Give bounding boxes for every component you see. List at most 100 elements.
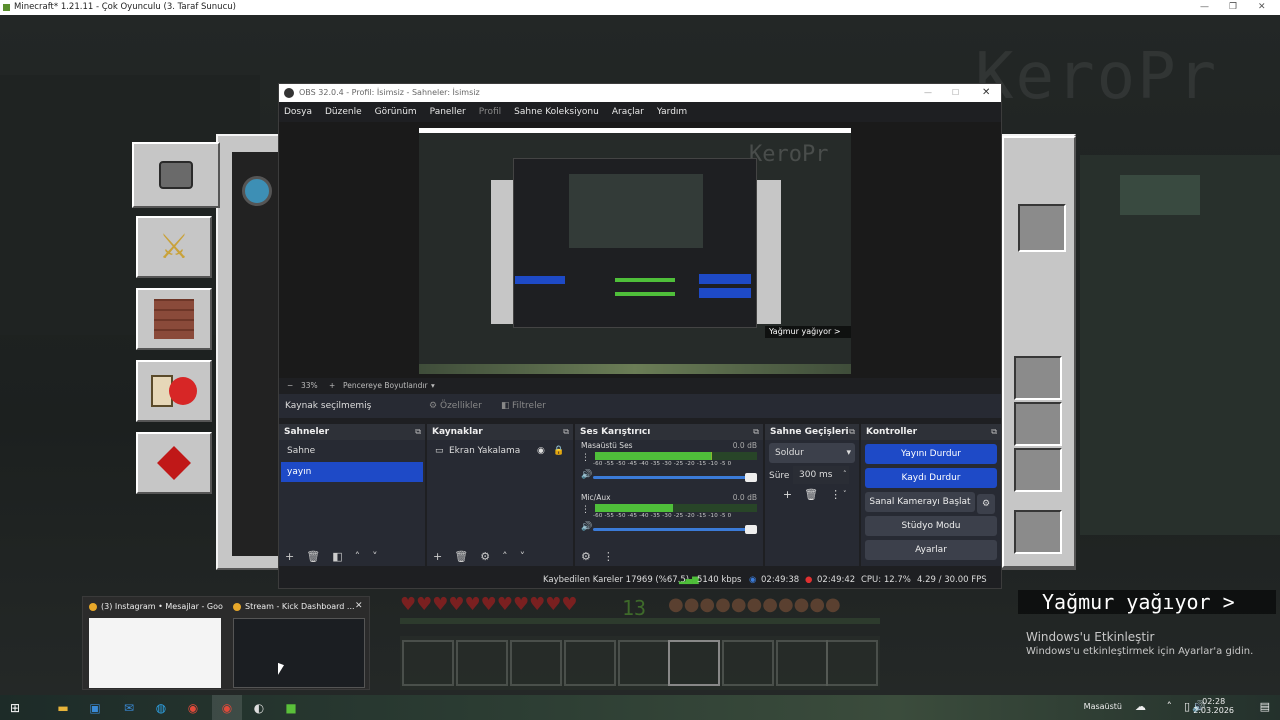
gear-icon[interactable]: ⚙: [480, 550, 490, 563]
inventory-slot[interactable]: [1014, 402, 1062, 446]
store-icon[interactable]: ▣: [80, 695, 110, 720]
scene-item-selected[interactable]: yayın: [281, 462, 423, 482]
zoom-in-button[interactable]: +: [329, 378, 335, 394]
tab-tools[interactable]: ⚔: [136, 216, 212, 278]
minecraft-icon[interactable]: ■: [276, 695, 306, 720]
mail-icon[interactable]: ✉: [114, 695, 144, 720]
meter-scale: -60 -55 -50 -45 -40 -35 -30 -25 -20 -15 …: [593, 513, 732, 519]
popout-icon[interactable]: ⧉: [849, 424, 855, 440]
menu-profil[interactable]: Profil: [479, 107, 501, 117]
studio-mode-button[interactable]: Stüdyo Modu: [865, 516, 997, 536]
add-icon[interactable]: +: [783, 488, 792, 501]
gear-icon[interactable]: ⚙: [977, 494, 995, 514]
menu-dosya[interactable]: Dosya: [284, 107, 312, 117]
window-thumbnail[interactable]: Stream - Kick Dashboard ... ✕: [229, 600, 367, 688]
filters-button[interactable]: Filtreler: [512, 394, 546, 418]
file-explorer-icon[interactable]: ▬: [48, 695, 78, 720]
start-icon[interactable]: ⊞: [0, 695, 30, 720]
add-icon[interactable]: +: [433, 550, 442, 563]
channel-menu-icon[interactable]: ⋮: [581, 505, 590, 515]
stop-recording-button[interactable]: Kaydı Durdur: [865, 468, 997, 488]
close-icon[interactable]: ✕: [1258, 0, 1266, 15]
minimize-icon[interactable]: —: [924, 84, 932, 102]
settings-button[interactable]: Ayarlar: [865, 540, 997, 560]
slider-handle[interactable]: [745, 525, 757, 534]
zoom-out-button[interactable]: −: [287, 378, 293, 394]
menu-sahne-koleksiyonu[interactable]: Sahne Koleksiyonu: [514, 107, 599, 117]
chevron-up-icon[interactable]: ˄: [355, 550, 361, 563]
tab-building-blocks[interactable]: [136, 288, 212, 350]
menu-gorunum[interactable]: Görünüm: [375, 107, 417, 117]
chrome-active-icon[interactable]: ◉: [212, 695, 242, 720]
inventory-slot[interactable]: [1018, 204, 1066, 252]
popout-icon[interactable]: ⧉: [753, 424, 759, 440]
obs-icon[interactable]: ◐: [244, 695, 274, 720]
add-icon[interactable]: +: [285, 550, 294, 563]
trash-icon[interactable]: 🗑: [454, 550, 468, 563]
trash-icon[interactable]: 🗑: [306, 550, 320, 563]
properties-button[interactable]: Özellikler: [440, 394, 482, 418]
stop-stream-button[interactable]: Yayını Durdur: [865, 444, 997, 464]
close-icon[interactable]: ✕: [355, 601, 363, 611]
tab-food[interactable]: [136, 360, 212, 422]
controls-dock: Kontroller ⧉ Yayını Durdur Kaydı Durdur S…: [861, 424, 1001, 566]
popout-icon[interactable]: ⧉: [991, 424, 997, 440]
menu-yardim[interactable]: Yardım: [657, 107, 687, 117]
filter-icon[interactable]: ◧: [332, 550, 342, 563]
volume-slider[interactable]: 🔊: [575, 522, 763, 535]
edge-icon[interactable]: ◍: [146, 695, 176, 720]
filter-icon[interactable]: ◧: [501, 394, 510, 418]
gear-icon[interactable]: ⚙: [429, 394, 437, 418]
notification-badge-icon[interactable]: ☁: [1135, 700, 1146, 713]
eye-icon[interactable]: ◉: [537, 441, 545, 461]
volume-slider[interactable]: 🔊: [575, 470, 763, 483]
hotbar[interactable]: [400, 636, 880, 690]
scene-item[interactable]: Sahne: [281, 441, 423, 461]
maximize-icon[interactable]: ☐: [952, 84, 959, 102]
advanced-audio-icon[interactable]: ⚙: [581, 550, 591, 563]
desktop-label[interactable]: Masaüstü: [1084, 702, 1122, 711]
fit-window-label[interactable]: Pencereye Boyutlandır: [343, 378, 428, 394]
battery-icon[interactable]: ▯: [1184, 700, 1190, 713]
menu-duzenle[interactable]: Düzenle: [325, 107, 362, 117]
menu-araclar[interactable]: Araçlar: [612, 107, 644, 117]
chrome-icon[interactable]: ◉: [178, 695, 208, 720]
inventory-slot[interactable]: [1014, 448, 1062, 492]
chevron-down-icon[interactable]: ˅: [520, 550, 526, 563]
speaker-icon[interactable]: 🔊: [581, 470, 592, 480]
mixer-channel: Mic/Aux 0.0 dB ⋮ -60 -55 -50 -45 -40 -35…: [575, 492, 763, 544]
speaker-icon[interactable]: 🔊: [581, 522, 592, 532]
source-item[interactable]: ▭ Ekran Yakalama ◉ 🔒: [429, 441, 571, 461]
tab-redstone[interactable]: [136, 432, 212, 494]
search-icon[interactable]: [242, 176, 272, 206]
tab-hotbar-icon[interactable]: [132, 142, 220, 208]
virtual-camera-button[interactable]: Sanal Kamerayı Başlat: [865, 492, 975, 512]
popout-icon[interactable]: ⧉: [415, 424, 421, 440]
notification-icon[interactable]: ▤: [1260, 700, 1270, 713]
duration-input[interactable]: 300 ms: [793, 466, 849, 484]
menu-paneller[interactable]: Paneller: [430, 107, 466, 117]
spin-buttons[interactable]: ˄ ˅: [843, 464, 847, 504]
chevron-up-icon[interactable]: ˄: [1167, 700, 1173, 713]
chevron-down-icon[interactable]: ˅: [372, 550, 378, 563]
transition-select[interactable]: Soldur ▾: [769, 443, 855, 463]
trash-icon[interactable]: 🗑: [804, 488, 818, 501]
maximize-icon[interactable]: ❐: [1229, 0, 1237, 15]
lock-icon[interactable]: 🔒: [553, 441, 564, 461]
sources-footer: + 🗑 ⚙ ˄ ˅: [427, 546, 573, 566]
inventory-slot[interactable]: [1014, 510, 1062, 554]
channel-menu-icon[interactable]: ⋮: [581, 453, 590, 463]
slider-handle[interactable]: [745, 473, 757, 482]
popout-icon[interactable]: ⧉: [563, 424, 569, 440]
chrome-icon: [89, 603, 97, 611]
chevron-down-icon[interactable]: ▾: [431, 378, 435, 394]
chevron-up-icon[interactable]: ˄: [502, 550, 508, 563]
inventory-slot[interactable]: [1014, 356, 1062, 400]
clock[interactable]: 02:28 2.03.2026: [1193, 697, 1234, 715]
menu-icon[interactable]: ⋮: [830, 488, 841, 501]
close-icon[interactable]: ✕: [982, 84, 990, 102]
menu-icon[interactable]: ⋮: [603, 550, 614, 563]
preview-area[interactable]: KeroPr Yağmur yağıyor >: [279, 122, 1001, 378]
window-thumbnail[interactable]: (3) Instagram • Mesajlar - Goog...: [85, 600, 223, 688]
minimize-icon[interactable]: —: [1200, 0, 1209, 15]
